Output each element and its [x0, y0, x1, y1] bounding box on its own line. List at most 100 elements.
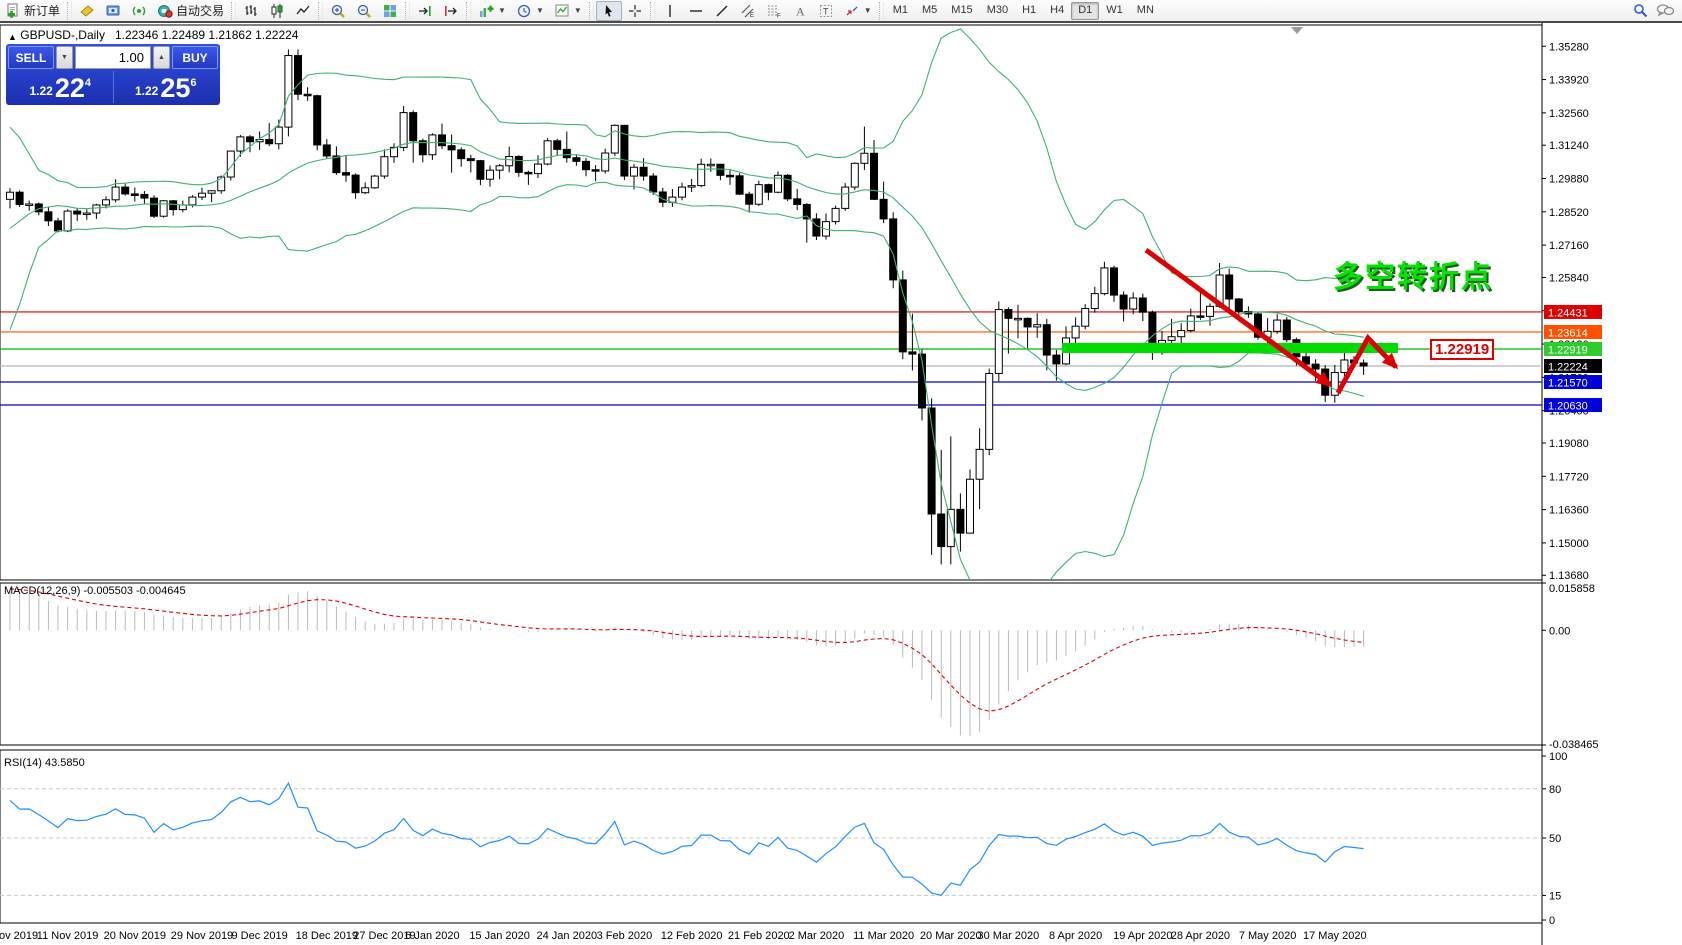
chevron-down-icon: ▼ — [498, 6, 506, 15]
volume-input[interactable]: 1.00 — [75, 46, 151, 69]
timeframe-button-m5[interactable]: M5 — [915, 2, 944, 20]
toolbar-separator — [649, 1, 655, 20]
vertical-line-tool-button[interactable] — [657, 1, 683, 21]
date-tick-label: 8 Apr 2020 — [1049, 930, 1102, 942]
price-tick-label: 1.25840 — [1549, 272, 1589, 284]
bollinger-middle-band — [9, 141, 1364, 391]
buy-button[interactable]: BUY — [172, 46, 218, 69]
timeframe-button-h4[interactable]: H4 — [1043, 2, 1071, 20]
date-tick-label: 28 Apr 2020 — [1171, 930, 1230, 942]
auto-scroll-button[interactable] — [412, 1, 438, 21]
channel-tool-button[interactable]: E — [735, 1, 761, 21]
zoom-out-icon — [357, 4, 371, 18]
chevron-down-icon: ▼ — [863, 6, 872, 15]
zoom-out-button[interactable] — [351, 1, 377, 21]
price-tick-label: 1.31240 — [1549, 140, 1589, 152]
fibonacci-tool-button[interactable]: F — [761, 1, 787, 21]
text-tool-button[interactable]: A — [787, 1, 813, 21]
toolbar-separator — [67, 1, 73, 20]
date-tick-label: 7 May 2020 — [1239, 930, 1296, 942]
price-tick-label: 1.17720 — [1549, 471, 1589, 483]
chart-shift-button[interactable] — [438, 1, 464, 21]
timeframe-button-m30[interactable]: M30 — [980, 2, 1015, 20]
price-tick-label: 1.19080 — [1549, 438, 1589, 450]
date-tick-label: 9 Dec 2019 — [231, 930, 287, 942]
bar-chart-button[interactable] — [238, 1, 264, 21]
price-tick-label: 1.28520 — [1549, 207, 1589, 219]
volume-increase-button[interactable]: ▲ — [153, 46, 170, 69]
chat-icon[interactable] — [1656, 3, 1674, 18]
zoom-in-button[interactable] — [325, 1, 351, 21]
new-order-label: 新订单 — [24, 4, 61, 18]
candlestick-icon — [271, 3, 283, 18]
cursor-tool-button[interactable] — [595, 0, 622, 21]
buy-price[interactable]: 1.22 25 6 — [114, 71, 219, 103]
price-tick-label: 1.33920 — [1549, 75, 1589, 87]
macd-label: MACD(12,26,9) -0.005503 -0.004645 — [4, 585, 186, 597]
level-callout-label[interactable]: 1.22919 — [1430, 339, 1495, 360]
macd-tick-label: 0.015858 — [1549, 583, 1595, 595]
rsi-tick-label: 80 — [1549, 784, 1561, 796]
arrows-tool-button[interactable]: ▼ — [839, 1, 877, 21]
price-axis-badge-label: 1.20630 — [1548, 401, 1588, 413]
timeframe-button-m1[interactable]: M1 — [886, 2, 915, 20]
timeframe-button-m15[interactable]: M15 — [944, 2, 979, 20]
signals-button[interactable] — [126, 1, 152, 21]
sell-price-sup: 4 — [84, 77, 92, 89]
line-chart-button[interactable] — [290, 1, 316, 21]
trendline-tool-button[interactable] — [709, 1, 735, 21]
turning-point-annotation[interactable]: 多空转折点 — [1333, 252, 1493, 296]
sell-button[interactable]: SELL — [8, 46, 54, 69]
vertical-line-icon — [669, 4, 671, 17]
crosshair-tool-button[interactable] — [622, 1, 648, 21]
timeframe-button-h1[interactable]: H1 — [1015, 2, 1043, 20]
signal-icon — [132, 6, 146, 15]
downtrend-arrow[interactable] — [1144, 247, 1333, 388]
chevron-down-icon: ▼ — [573, 6, 582, 15]
trendline-icon — [716, 5, 728, 16]
rsi-tick-label: 0 — [1549, 915, 1555, 927]
label-tool-button[interactable]: T — [813, 1, 839, 21]
toolbar-separator — [466, 1, 472, 20]
macd-signal-line — [9, 588, 1364, 712]
support-zone-bar[interactable] — [1062, 343, 1398, 353]
timeframe-group: M1 M5 M15 M30 H1 H4 D1 W1 MN — [886, 0, 1161, 22]
templates-button[interactable]: ▼ — [549, 1, 587, 21]
chart-plot-area[interactable]: 1.35280 1.33920 1.32560 1.31240 1.29880 1.285… — [0, 23, 1682, 945]
toolbar-separator — [405, 1, 411, 20]
autotrading-button[interactable]: 自动交易 — [152, 1, 229, 21]
new-order-icon — [7, 3, 18, 18]
line-chart-icon — [296, 5, 310, 14]
macd-tick-label: 0.00 — [1549, 625, 1570, 637]
indicators-button[interactable]: ▼ — [473, 1, 511, 21]
timeframe-button-w1[interactable]: W1 — [1099, 2, 1130, 20]
price-tick-label: 1.16360 — [1549, 505, 1589, 517]
date-tick-label: 11 Nov 2019 — [37, 930, 99, 942]
date-tick-label: 18 Dec 2019 — [296, 930, 358, 942]
market-watch-button[interactable] — [100, 1, 126, 21]
chart-shift-marker[interactable] — [1291, 27, 1303, 34]
horizontal-line-tool-button[interactable] — [683, 1, 709, 21]
collapse-ohlc-icon[interactable]: ▲ — [8, 32, 17, 42]
toolbar-separator — [588, 1, 594, 20]
date-tick-label: 17 May 2020 — [1303, 930, 1367, 942]
date-tick-label: 24 Jan 2020 — [537, 930, 598, 942]
timeframe-button-mn[interactable]: MN — [1130, 2, 1161, 20]
new-order-button[interactable]: 新订单 — [0, 1, 65, 21]
buy-price-small: 1.22 — [134, 84, 159, 98]
rsi-tick-label: 15 — [1549, 890, 1561, 902]
timeframe-button-d1[interactable]: D1 — [1071, 1, 1100, 20]
toolbar-separator — [878, 1, 884, 20]
symbol-period-label: GBPUSD-,Daily — [20, 28, 105, 42]
alerts-button[interactable] — [74, 1, 100, 21]
tile-windows-button[interactable] — [377, 1, 403, 21]
candlestick-button[interactable] — [264, 1, 290, 21]
sell-price[interactable]: 1.22 22 4 — [8, 71, 114, 103]
volume-decrease-button[interactable]: ▼ — [56, 46, 73, 69]
date-tick-label: 6 Jan 2020 — [405, 930, 459, 942]
search-icon[interactable] — [1633, 3, 1648, 18]
equidistant-channel-icon: E — [741, 4, 754, 19]
periods-button[interactable]: ▼ — [511, 1, 549, 21]
pane-frame — [0, 749, 1543, 924]
auto-scroll-icon — [419, 5, 431, 16]
